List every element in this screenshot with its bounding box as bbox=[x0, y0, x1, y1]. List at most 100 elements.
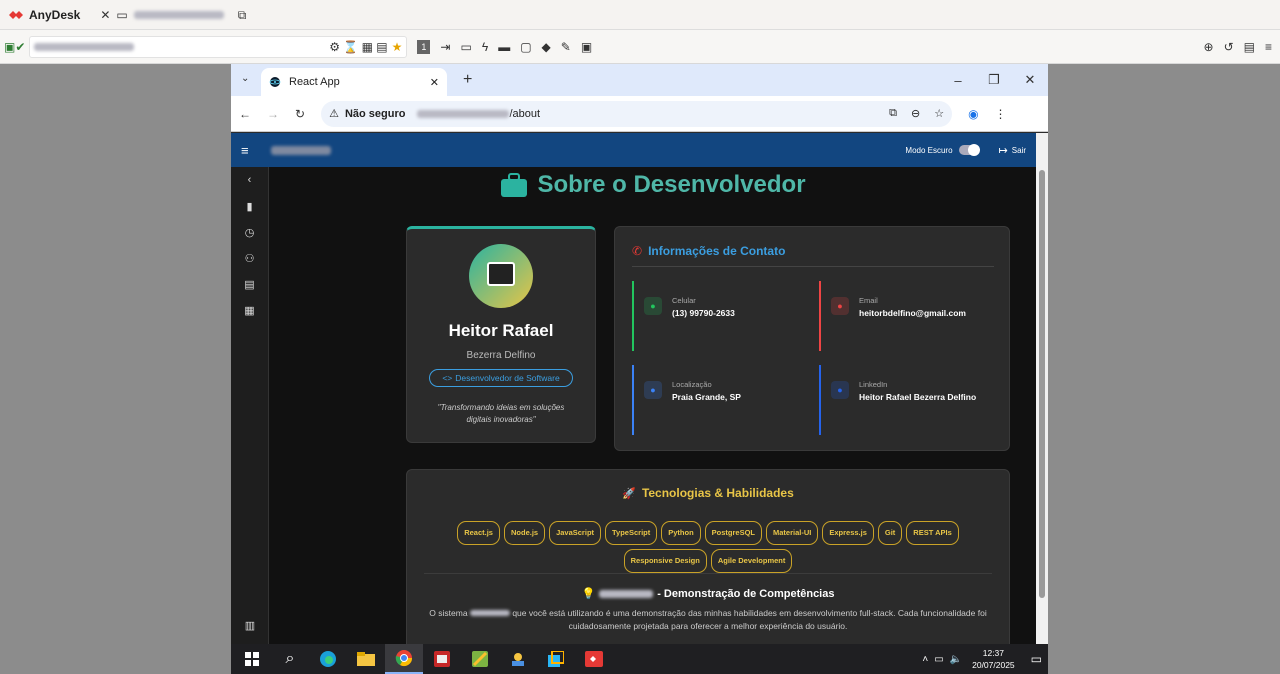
clipboard-icon[interactable]: ▤ bbox=[231, 271, 268, 297]
clock-date: 20/07/2025 bbox=[972, 660, 1015, 670]
logout-button[interactable]: Sair bbox=[1012, 146, 1026, 155]
tab-close-icon[interactable]: ✕ bbox=[430, 76, 439, 89]
forward-icon[interactable]: → bbox=[267, 107, 279, 121]
scrollbar-thumb[interactable] bbox=[1039, 170, 1045, 598]
app-header: ≡ Modo Escuro ↦ Sair bbox=[231, 133, 1036, 167]
menu-icon[interactable]: ≡ bbox=[1265, 40, 1272, 54]
switch-side-icon[interactable]: ⇥ bbox=[440, 40, 450, 54]
file-explorer-icon[interactable] bbox=[347, 644, 385, 674]
connection-icon: ▣ bbox=[4, 39, 16, 54]
new-session-icon[interactable]: ⧉ bbox=[238, 8, 247, 22]
tray-chevron-icon[interactable]: ˄ bbox=[922, 654, 928, 665]
document-icon[interactable]: ▥ bbox=[231, 612, 269, 638]
demo-text: O sistema que você está utilizando é uma… bbox=[425, 607, 991, 633]
bar-chart-icon[interactable]: ▮ bbox=[231, 193, 268, 219]
notifications-icon[interactable]: ▭ bbox=[1031, 652, 1042, 666]
rocket-icon: 🚀 bbox=[622, 487, 636, 500]
network-icon[interactable]: ▭ bbox=[934, 654, 943, 665]
minimize-icon[interactable]: – bbox=[940, 64, 976, 96]
app-icon-3[interactable] bbox=[499, 644, 537, 674]
permissions-icon[interactable]: ◆ bbox=[542, 40, 551, 54]
app-icon-2[interactable] bbox=[461, 644, 499, 674]
page-scrollbar[interactable] bbox=[1036, 133, 1048, 644]
dark-mode-toggle[interactable] bbox=[958, 144, 980, 156]
clock[interactable]: 12:37 20/07/2025 bbox=[972, 647, 1015, 671]
favorite-star-icon[interactable]: ★ bbox=[392, 40, 403, 54]
anydesk-session-tab[interactable]: ✕ ▭ bbox=[92, 4, 231, 26]
logout-icon[interactable]: ↦ bbox=[999, 144, 1008, 157]
contact-item: ● Localização Praia Grande, SP bbox=[632, 365, 807, 435]
skill-chip: TypeScript bbox=[605, 521, 658, 545]
divider bbox=[632, 266, 994, 267]
keyboard-icon[interactable]: ▬ bbox=[498, 40, 510, 54]
address-tools-icon[interactable]: ⚙ ⌛ ▦ ▤ bbox=[329, 40, 387, 54]
divider bbox=[424, 573, 992, 574]
contact-title: Informações de Contato bbox=[648, 244, 786, 258]
record-icon[interactable]: ▣ bbox=[581, 40, 592, 54]
skill-chip: Python bbox=[661, 521, 701, 545]
restore-icon[interactable]: ❐ bbox=[976, 64, 1012, 96]
close-icon[interactable]: ✕ bbox=[100, 8, 110, 22]
skill-chip: Material-UI bbox=[766, 521, 819, 545]
anydesk-toolbar: ▣ ✔ ⚙ ⌛ ▦ ▤ ★ 1 ⇥ ▭ ϟ ▬ ▢ ◆ ✎ ▣ ⊕ ↺ ▤ ≡ bbox=[0, 30, 1280, 64]
contact-value: Heitor Rafael Bezerra Delfino bbox=[859, 392, 977, 402]
contact-icon: ● bbox=[644, 297, 662, 315]
edge-icon[interactable] bbox=[309, 644, 347, 674]
windows-start-icon[interactable] bbox=[233, 644, 271, 674]
tab-search-icon[interactable]: ⌄ bbox=[241, 73, 249, 84]
remote-screen[interactable]: ⌄ React App ✕ + – ❐ ✕ ← → ↻ ⚠ Não seguro… bbox=[231, 64, 1048, 674]
contact-item: ● Celular (13) 99790-2633 bbox=[632, 281, 807, 351]
react-icon bbox=[269, 77, 281, 87]
timer-icon[interactable]: ◷ bbox=[231, 219, 268, 245]
reload-icon[interactable]: ↻ bbox=[295, 107, 305, 121]
download-icon[interactable]: ⊕ bbox=[1204, 40, 1214, 54]
chrome-icon[interactable] bbox=[385, 644, 423, 674]
chat-icon[interactable]: ▭ bbox=[460, 40, 471, 54]
profile-name: Heitor Rafael bbox=[448, 321, 554, 340]
skill-chip: REST APIs bbox=[906, 521, 959, 545]
app-icon-1[interactable] bbox=[423, 644, 461, 674]
people-icon[interactable]: ⚇ bbox=[231, 245, 268, 271]
file-transfer-icon[interactable]: ▤ bbox=[1244, 40, 1255, 54]
anydesk-logo: AnyDesk bbox=[0, 8, 88, 22]
skill-chip: Responsive Design bbox=[623, 549, 707, 573]
monitor-icon: ▭ bbox=[116, 7, 128, 22]
code-icon: <> bbox=[442, 373, 453, 383]
contact-value: Praia Grande, SP bbox=[672, 392, 741, 402]
anydesk-app-name: AnyDesk bbox=[29, 7, 81, 22]
new-tab-icon[interactable]: + bbox=[463, 71, 472, 89]
building-icon[interactable]: ▦ bbox=[231, 297, 268, 323]
close-window-icon[interactable]: ✕ bbox=[1012, 64, 1048, 96]
contact-header: ✆ Informações de Contato bbox=[632, 244, 785, 258]
anydesk-taskbar-icon[interactable] bbox=[575, 644, 613, 674]
skill-chips: React.js Node.js JavaScript TypeScript Pytho… bbox=[421, 519, 995, 575]
draw-icon[interactable]: ✎ bbox=[561, 40, 571, 54]
back-icon[interactable]: ← bbox=[239, 107, 251, 121]
actions-icon[interactable]: ϟ bbox=[482, 40, 488, 54]
profile-icon[interactable]: ◉ bbox=[968, 107, 978, 121]
collapse-chevron-icon[interactable]: ‹ bbox=[231, 167, 268, 193]
app-title-redacted bbox=[270, 145, 331, 155]
browser-tab[interactable]: React App ✕ bbox=[261, 68, 447, 96]
display-icon[interactable]: ▢ bbox=[520, 40, 531, 54]
volume-icon[interactable]: 🔈 bbox=[950, 654, 962, 665]
url-bar[interactable]: ⚠ Não seguro /about ⧉ ⊖ ☆ bbox=[321, 100, 953, 127]
contact-item: ● Email heitorbdelfino@gmail.com bbox=[819, 281, 994, 351]
anydesk-address-field[interactable]: ⚙ ⌛ ▦ ▤ ★ bbox=[29, 35, 408, 58]
phone-icon: ✆ bbox=[632, 244, 643, 258]
demo-text-start: O sistema bbox=[429, 608, 468, 618]
monitor-1-button[interactable]: 1 bbox=[417, 39, 431, 54]
chrome-tab-strip: ⌄ React App ✕ + – ❐ ✕ bbox=[231, 64, 1048, 96]
chrome-menu-icon[interactable]: ⋮ bbox=[995, 107, 1007, 121]
about-page: Sobre o Desenvolvedor Heitor Rafael Beze… bbox=[269, 167, 1036, 644]
zoom-icon[interactable]: ⊖ bbox=[911, 107, 920, 120]
search-icon[interactable]: ⌕ bbox=[271, 644, 309, 674]
profile-quote: "Transformando ideias em soluções digita… bbox=[437, 403, 565, 424]
translate-icon[interactable]: ⧉ bbox=[889, 107, 897, 120]
app-icon-4[interactable] bbox=[537, 644, 575, 674]
hamburger-icon[interactable]: ≡ bbox=[241, 143, 249, 158]
history-icon[interactable]: ↺ bbox=[1224, 40, 1234, 54]
contact-icon: ● bbox=[644, 381, 662, 399]
bookmark-star-icon[interactable]: ☆ bbox=[934, 107, 944, 120]
check-icon: ✔ bbox=[15, 39, 26, 54]
